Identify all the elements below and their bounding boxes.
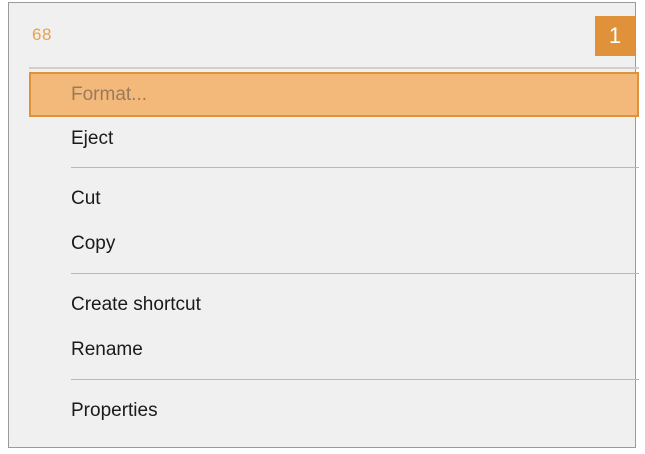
menu-item-label: Cut bbox=[71, 187, 101, 209]
context-menu: Format... Eject Cut Copy Create shortcut… bbox=[29, 72, 639, 433]
menu-item-create-shortcut[interactable]: Create shortcut bbox=[29, 282, 639, 327]
menu-item-label: Rename bbox=[71, 338, 143, 360]
menu-item-eject[interactable]: Eject bbox=[29, 117, 639, 160]
menu-item-rename[interactable]: Rename bbox=[29, 327, 639, 372]
menu-top-border bbox=[29, 67, 639, 69]
menu-item-label: Format... bbox=[71, 83, 148, 105]
menu-item-label: Properties bbox=[71, 399, 158, 421]
menu-separator bbox=[71, 167, 639, 168]
screenshot-frame: 68 1 Format... Eject Cut Copy Create sho… bbox=[8, 2, 639, 448]
menu-separator bbox=[71, 379, 639, 380]
menu-item-label: Copy bbox=[71, 232, 116, 254]
menu-item-properties[interactable]: Properties bbox=[29, 388, 639, 433]
menu-separator bbox=[71, 273, 639, 274]
menu-item-format[interactable]: Format... bbox=[29, 72, 639, 117]
step-badge: 1 bbox=[595, 16, 635, 56]
page-number: 68 bbox=[32, 25, 52, 44]
menu-item-label: Create shortcut bbox=[71, 293, 201, 315]
menu-item-copy[interactable]: Copy bbox=[29, 221, 639, 266]
menu-item-label: Eject bbox=[71, 127, 114, 149]
menu-item-cut[interactable]: Cut bbox=[29, 176, 639, 221]
